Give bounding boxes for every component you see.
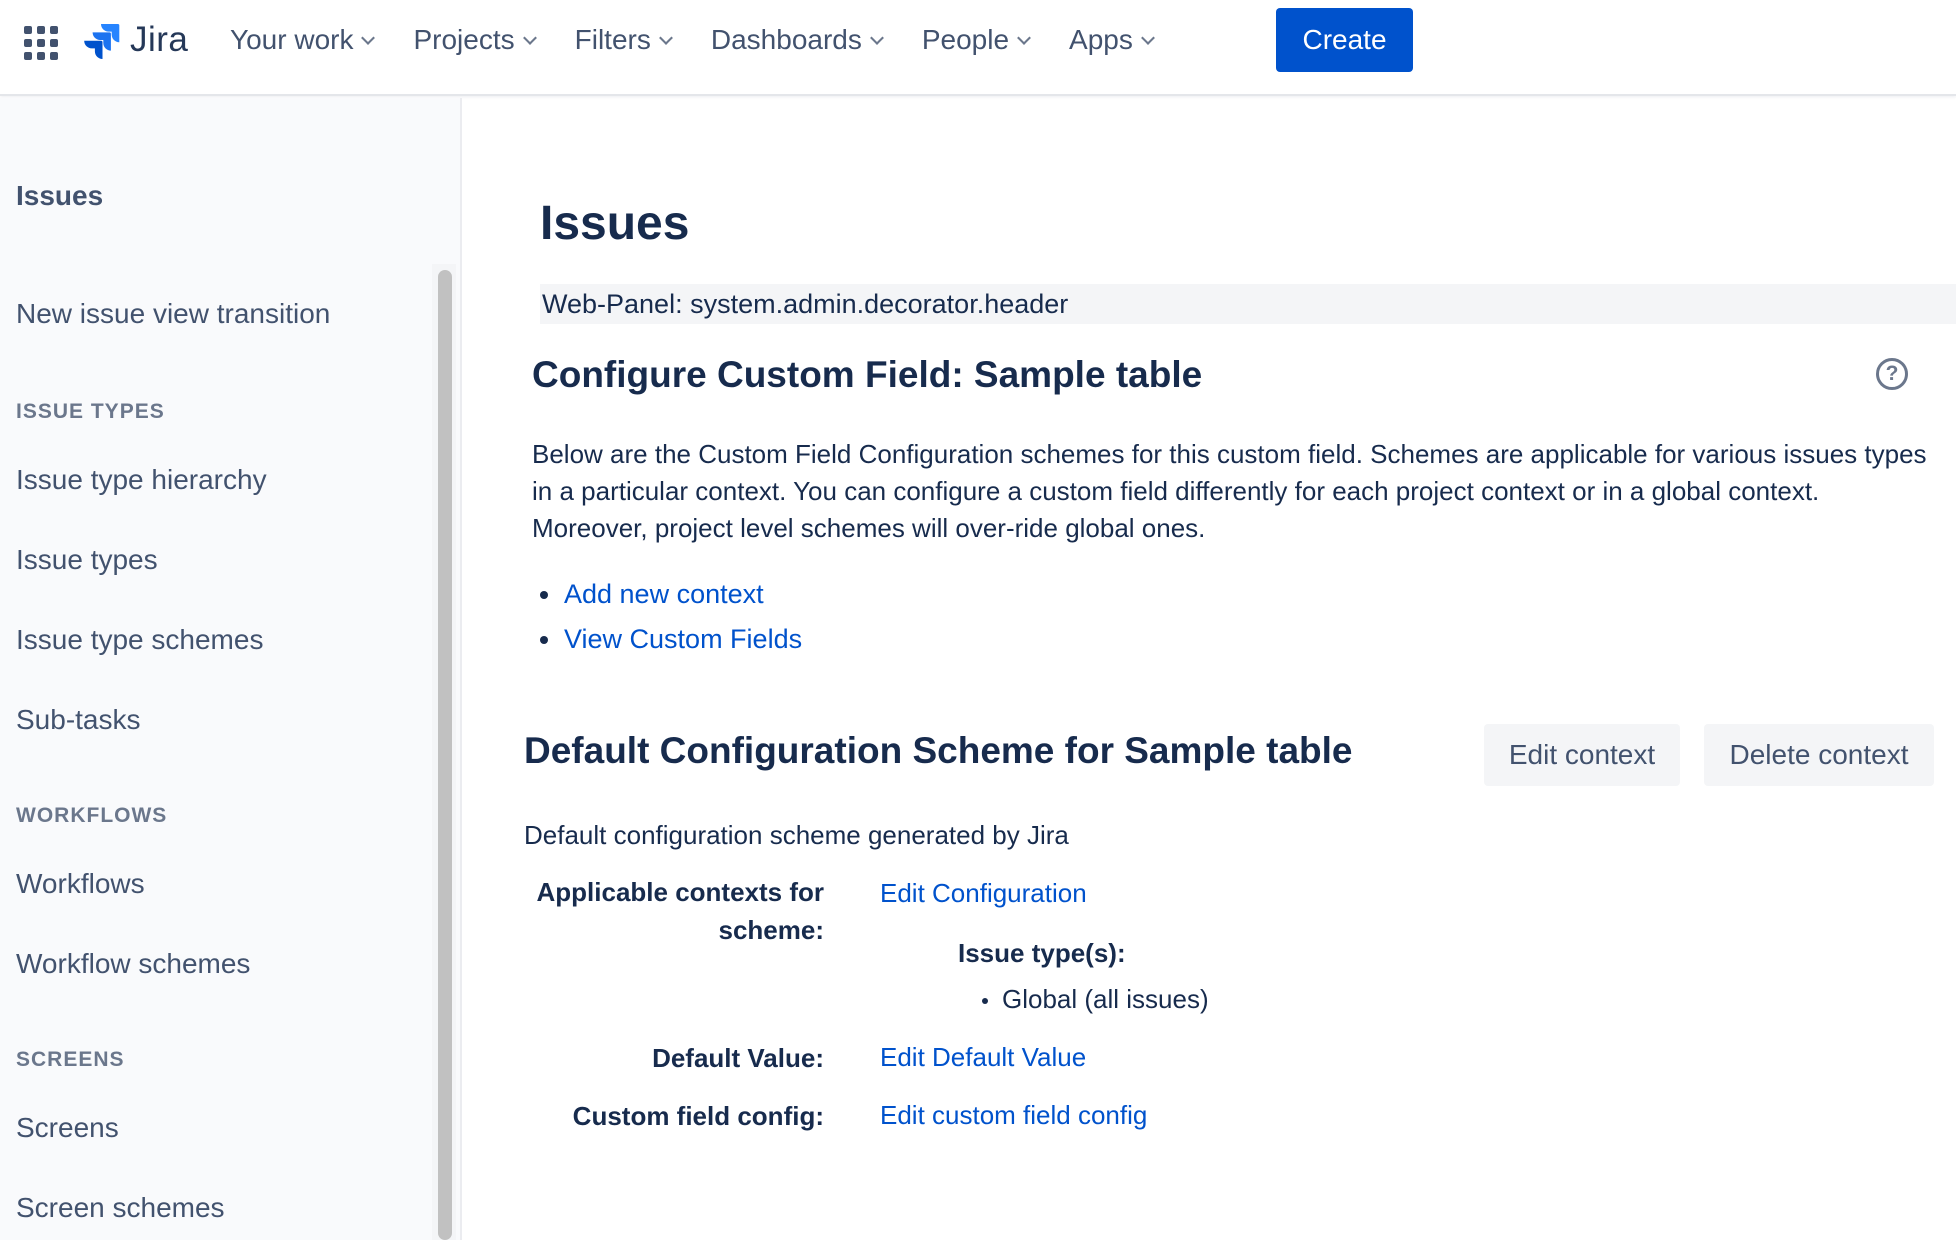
nav-label: Filters <box>574 24 651 55</box>
nav-menu: Your work Projects Filters Dashboards Pe… <box>230 0 1193 80</box>
delete-context-button[interactable]: Delete context <box>1704 724 1934 786</box>
logo-text: Jira <box>130 20 189 59</box>
scheme-title: Default Configuration Scheme for Sample … <box>524 730 1353 771</box>
nav-filters[interactable]: Filters <box>575 24 673 56</box>
applicable-label-line-1: Applicable contexts for <box>536 877 825 907</box>
configure-custom-field-title: Configure Custom Field: Sample table <box>532 354 1203 395</box>
sidebar-title: Issues <box>16 180 104 211</box>
add-new-context-link[interactable]: Add new context <box>532 572 802 617</box>
nav-people[interactable]: People <box>922 24 1031 56</box>
nav-apps[interactable]: Apps <box>1069 24 1155 56</box>
sidebar-scrollbar-thumb[interactable] <box>438 270 452 1240</box>
sidebar-item-new-issue-view-transition[interactable]: New issue view transition <box>16 298 330 330</box>
sidebar: Issues New issue view transition ISSUE T… <box>0 98 462 1240</box>
chevron-down-icon <box>1140 31 1155 45</box>
sidebar-section-workflows: WORKFLOWS <box>16 804 168 827</box>
sidebar-item-issue-types[interactable]: Issue types <box>16 544 158 576</box>
nav-projects[interactable]: Projects <box>413 24 537 56</box>
edit-custom-field-config-link[interactable]: Edit custom field config <box>880 1100 1147 1131</box>
custom-field-description: Below are the Custom Field Configuration… <box>532 439 1927 543</box>
sidebar-item-sub-tasks[interactable]: Sub-tasks <box>16 704 141 736</box>
edit-context-button[interactable]: Edit context <box>1484 724 1680 786</box>
view-custom-fields-link[interactable]: View Custom Fields <box>532 617 802 662</box>
applicable-contexts-label: Applicable contexts for scheme: <box>524 874 825 954</box>
custom-field-config-label: Custom field config: <box>572 1101 824 1131</box>
chevron-down-icon <box>522 31 537 45</box>
sidebar-item-issue-type-schemes[interactable]: Issue type schemes <box>16 624 263 656</box>
sidebar-item-screens[interactable]: Screens <box>16 1112 119 1144</box>
applicable-label-line-2: scheme: <box>718 915 825 945</box>
issue-type-value: Global (all issues) <box>978 984 1209 1015</box>
nav-label: Dashboards <box>710 24 862 55</box>
jira-logo-icon <box>84 24 120 59</box>
default-value-label: Default Value: <box>652 1043 824 1073</box>
edit-default-value-link[interactable]: Edit Default Value <box>880 1042 1086 1073</box>
action-links: Add new context View Custom Fields <box>532 572 802 662</box>
nav-label: Apps <box>1069 24 1133 55</box>
sidebar-item-workflow-schemes[interactable]: Workflow schemes <box>16 948 250 980</box>
main-content: Issues Web-Panel: system.admin.decorator… <box>464 98 1956 1240</box>
jira-logo[interactable]: Jira <box>82 18 188 62</box>
chevron-down-icon <box>658 31 673 45</box>
web-panel-header: Web-Panel: system.admin.decorator.header <box>540 284 1956 324</box>
scheme-description: Default configuration scheme generated b… <box>524 820 1069 850</box>
default-value-row: Default Value: <box>524 1040 824 1080</box>
nav-label: Your work <box>230 24 354 55</box>
sidebar-item-workflows[interactable]: Workflows <box>16 868 145 900</box>
issue-types-label: Issue type(s): <box>958 938 1126 968</box>
chevron-down-icon <box>869 31 884 45</box>
page-title: Issues <box>540 197 690 250</box>
chevron-down-icon <box>1017 31 1031 45</box>
app-switcher-icon[interactable] <box>22 24 58 60</box>
nav-label: Projects <box>413 24 515 55</box>
sidebar-item-issue-type-hierarchy[interactable]: Issue type hierarchy <box>16 464 267 496</box>
nav-label: People <box>921 24 1010 55</box>
custom-field-config-row: Custom field config: <box>524 1098 824 1138</box>
help-icon[interactable]: ? <box>1876 358 1908 390</box>
create-button[interactable]: Create <box>1276 8 1413 72</box>
sidebar-section-screens: SCREENS <box>16 1048 125 1071</box>
nav-your-work[interactable]: Your work <box>230 24 376 56</box>
top-navigation: Jira Your work Projects Filters Dashboar… <box>0 0 1956 96</box>
edit-configuration-link[interactable]: Edit Configuration <box>880 878 1087 909</box>
sidebar-section-issue-types: ISSUE TYPES <box>16 400 165 423</box>
chevron-down-icon <box>361 31 376 45</box>
sidebar-item-screen-schemes[interactable]: Screen schemes <box>16 1192 225 1224</box>
nav-dashboards[interactable]: Dashboards <box>711 24 884 56</box>
